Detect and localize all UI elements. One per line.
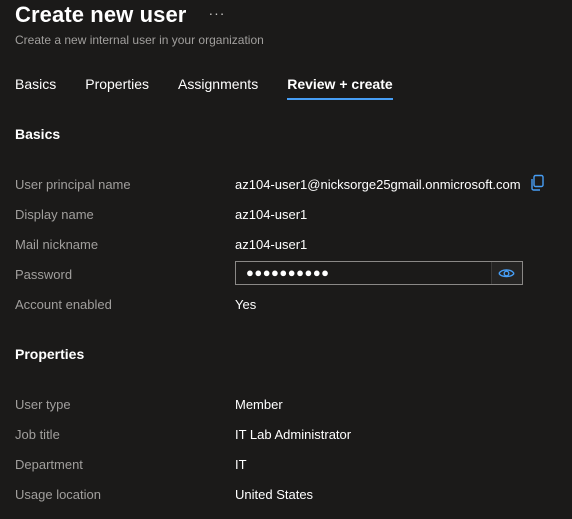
- field-row-job-title: Job title IT Lab Administrator: [15, 427, 555, 447]
- section-heading-basics: Basics: [15, 126, 61, 142]
- title-row: Create new user ···: [15, 2, 225, 28]
- field-value: United States: [235, 487, 314, 502]
- copy-icon[interactable]: [529, 174, 545, 192]
- tab-properties[interactable]: Properties: [85, 76, 149, 100]
- page-title: Create new user: [15, 2, 187, 27]
- field-label: Usage location: [15, 487, 101, 502]
- field-value: az104-user1@nicksorge25gmail.onmicrosoft…: [235, 177, 521, 192]
- field-label: User type: [15, 397, 71, 412]
- reveal-password-button[interactable]: [491, 262, 522, 284]
- create-user-review-page: Create new user ··· Create a new interna…: [0, 0, 572, 519]
- tab-bar: Basics Properties Assignments Review + c…: [15, 76, 422, 100]
- field-value: az104-user1: [235, 207, 308, 222]
- field-value: Yes: [235, 297, 257, 312]
- password-value: ●●●●●●●●●●: [246, 265, 330, 280]
- field-row-mail-nickname: Mail nickname az104-user1: [15, 237, 555, 257]
- section-heading-properties: Properties: [15, 346, 85, 362]
- field-row-usage-location: Usage location United States: [15, 487, 555, 507]
- field-label: Department: [15, 457, 83, 472]
- field-label: Mail nickname: [15, 237, 99, 252]
- tab-basics[interactable]: Basics: [15, 76, 56, 100]
- field-row-account-enabled: Account enabled Yes: [15, 297, 555, 317]
- eye-icon: [498, 269, 515, 278]
- field-value: IT Lab Administrator: [235, 427, 352, 442]
- tab-assignments[interactable]: Assignments: [178, 76, 258, 100]
- password-field[interactable]: ●●●●●●●●●●: [235, 261, 523, 285]
- field-row-department: Department IT: [15, 457, 555, 477]
- field-label: Account enabled: [15, 297, 112, 312]
- field-row-user-type: User type Member: [15, 397, 555, 417]
- field-label: Job title: [15, 427, 60, 442]
- field-value: IT: [235, 457, 247, 472]
- more-options-button[interactable]: ···: [208, 5, 225, 21]
- field-row-user-principal-name: User principal name az104-user1@nicksorg…: [15, 174, 555, 197]
- field-row-display-name: Display name az104-user1: [15, 207, 555, 227]
- field-label: User principal name: [15, 177, 131, 192]
- field-label: Display name: [15, 207, 94, 222]
- field-label: Password: [15, 267, 73, 282]
- field-value: az104-user1: [235, 237, 308, 252]
- tab-review-create[interactable]: Review + create: [287, 76, 394, 100]
- page-subtitle: Create a new internal user in your organ…: [15, 33, 264, 47]
- field-value: Member: [235, 397, 283, 412]
